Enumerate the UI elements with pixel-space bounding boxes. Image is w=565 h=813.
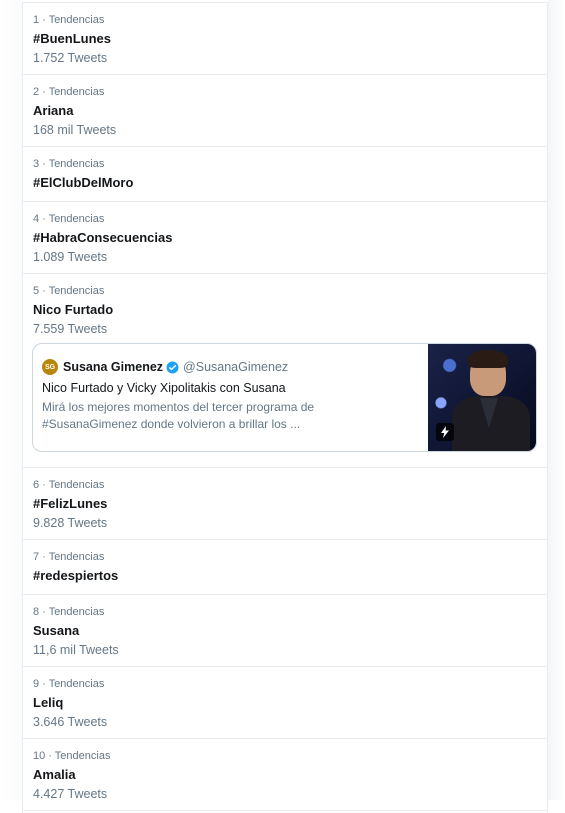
right-gutter (548, 0, 565, 800)
trend-count: 9.828 Tweets (33, 516, 108, 530)
trend-meta: 6 · Tendencias (33, 479, 105, 491)
trend-item[interactable]: 2 · Tendencias Ariana 168 mil Tweets (23, 75, 547, 147)
trend-meta: 1 · Tendencias (33, 14, 105, 26)
trends-panel: 1 · Tendencias #BuenLunes 1.752 Tweets 2… (22, 2, 548, 813)
tweet-card-title: Nico Furtado y Vicky Xipolitakis con Sus… (42, 381, 286, 395)
trend-count: 3.646 Tweets (33, 715, 108, 729)
trend-meta: 10 · Tendencias (33, 750, 111, 762)
trend-name: Susana (33, 623, 80, 638)
tweet-card-description-line: Mirá los mejores momentos del tercer pro… (42, 400, 315, 414)
tweet-card[interactable]: SG Susana Gimenez @SusanaGimenez Nico Fu… (32, 343, 537, 452)
tweet-card-text: SG Susana Gimenez @SusanaGimenez Nico Fu… (42, 358, 422, 433)
trend-meta: 5 · Tendencias (33, 285, 105, 297)
trend-item[interactable]: 7 · Tendencias #redespiertos (23, 540, 547, 595)
left-gutter (0, 0, 22, 800)
tweet-author-name[interactable]: Susana Gimenez (63, 360, 163, 374)
verified-badge-icon (166, 361, 179, 374)
trend-meta: 8 · Tendencias (33, 606, 105, 618)
tweet-card-description: Mirá los mejores momentos del tercer pro… (42, 399, 422, 433)
trend-count: 11,6 mil Tweets (33, 643, 119, 657)
trend-item[interactable]: 6 · Tendencias #FelizLunes 9.828 Tweets (23, 468, 547, 540)
trend-meta: 7 · Tendencias (33, 551, 105, 563)
trend-count: 1.089 Tweets (33, 250, 108, 264)
trend-name: #FelizLunes (33, 496, 108, 511)
trend-item[interactable]: 3 · Tendencias #ElClubDelMoro (23, 147, 547, 202)
trend-name: #HabraConsecuencias (33, 230, 173, 245)
trend-meta: 9 · Tendencias (33, 678, 105, 690)
trend-name: Ariana (33, 103, 74, 118)
tweet-card-header: SG Susana Gimenez @SusanaGimenez (42, 358, 422, 376)
trend-item[interactable]: 4 · Tendencias #HabraConsecuencias 1.089… (23, 202, 547, 274)
tweet-author-handle[interactable]: @SusanaGimenez (183, 360, 288, 374)
trend-count: 1.752 Tweets (33, 51, 108, 65)
trend-item[interactable]: 5 · Tendencias Nico Furtado 7.559 Tweets… (23, 274, 547, 468)
tweet-card-thumbnail[interactable] (428, 344, 536, 451)
trend-item[interactable]: 9 · Tendencias Leliq 3.646 Tweets (23, 667, 547, 739)
trend-count: 7.559 Tweets (33, 322, 108, 336)
trend-item[interactable]: 8 · Tendencias Susana 11,6 mil Tweets (23, 595, 547, 667)
avatar[interactable]: SG (42, 359, 58, 375)
trend-name: #ElClubDelMoro (33, 175, 134, 190)
tweet-card-description-line: #SusanaGimenez donde volvieron a brillar… (42, 417, 301, 431)
trend-item[interactable]: 10 · Tendencias Amalia 4.427 Tweets (23, 739, 547, 811)
trend-meta: 4 · Tendencias (33, 213, 105, 225)
trend-item[interactable]: 1 · Tendencias #BuenLunes 1.752 Tweets (23, 3, 547, 75)
thumbnail-person-hair (468, 350, 508, 368)
trend-name: #redespiertos (33, 568, 119, 583)
trend-name: Nico Furtado (33, 302, 114, 317)
trend-meta: 3 · Tendencias (33, 158, 105, 170)
trend-name: #BuenLunes (33, 31, 112, 46)
flash-icon (436, 423, 454, 441)
trend-meta: 2 · Tendencias (33, 86, 105, 98)
trend-name: Leliq (33, 695, 64, 710)
trend-count: 168 mil Tweets (33, 123, 117, 137)
trend-name: Amalia (33, 767, 76, 782)
